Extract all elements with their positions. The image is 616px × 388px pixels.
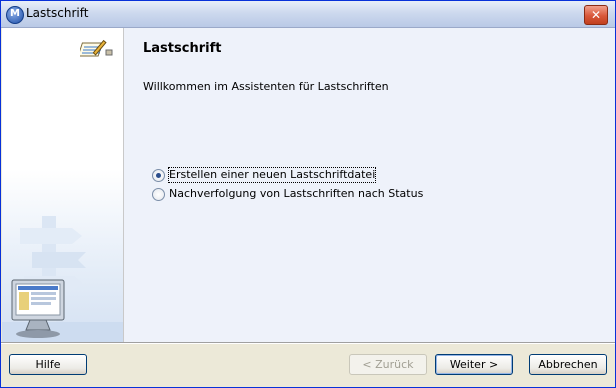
option-track-status[interactable]: Nachverfolgung von Lastschriften nach St… [152,186,423,202]
wizard-side-panel [2,28,124,342]
radio-create-file[interactable] [152,168,165,182]
next-button[interactable]: Weiter > [435,354,513,375]
close-icon: ✕ [590,8,602,22]
title-bar[interactable]: M Lastschrift ✕ [1,1,615,28]
wizard-content: Lastschrift Willkommen im Assistenten fü… [124,28,615,342]
computer-monitor-icon [11,279,65,338]
footer-divider [1,342,615,344]
notepad-pencil-icon [80,39,113,57]
window-title: Lastschrift [26,6,89,20]
cancel-button[interactable]: Abbrechen [529,354,607,375]
radio-track-status[interactable] [152,187,165,201]
welcome-text: Willkommen im Assistenten für Lastschrif… [143,80,389,93]
back-button[interactable]: < Zurück [349,354,427,375]
page-title: Lastschrift [143,41,222,56]
close-button[interactable]: ✕ [584,5,608,25]
help-button[interactable]: Hilfe [9,354,87,375]
wizard-window: M Lastschrift ✕ Lastschrift Willkommen i… [0,0,616,388]
option-create-file-label[interactable]: Erstellen einer neuen Lastschriftdatei [167,167,377,183]
app-logo-icon: M [6,6,24,24]
option-track-status-label[interactable]: Nachverfolgung von Lastschriften nach St… [169,187,423,201]
option-create-file[interactable]: Erstellen einer neuen Lastschriftdatei [152,167,377,183]
